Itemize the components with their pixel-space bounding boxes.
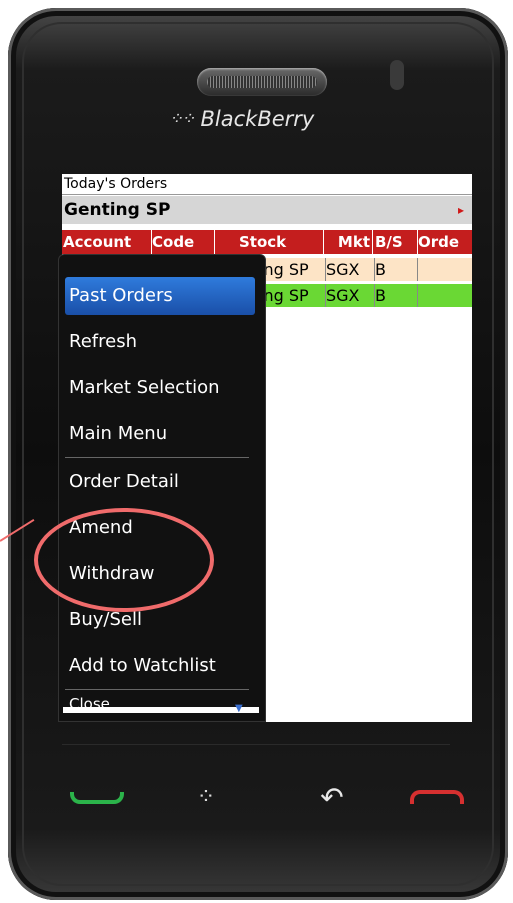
col-bs[interactable]: B/S (374, 230, 418, 254)
menu-bottom-edge (63, 707, 259, 713)
stock-selector[interactable]: Genting SP ▸ (62, 195, 472, 224)
call-icon (70, 792, 124, 804)
blackberry-menu-icon: ⁘ (196, 785, 216, 810)
row-bs: B (374, 258, 418, 281)
menu-separator (65, 457, 249, 458)
menu-key[interactable]: ⁘ (176, 778, 236, 818)
row-bs: B (374, 284, 418, 307)
row-stock: ing SP (258, 258, 326, 281)
menu-item-market-selection[interactable]: Market Selection (65, 369, 255, 407)
menu-item-refresh[interactable]: Refresh (65, 323, 255, 361)
menu-item-main-menu[interactable]: Main Menu (65, 415, 255, 453)
end-call-key[interactable] (404, 778, 464, 818)
row-mkt: SGX (325, 258, 375, 281)
col-stock[interactable]: Stock (214, 230, 324, 254)
expand-arrow-icon: ▸ (457, 203, 464, 217)
light-sensor (390, 60, 404, 90)
device-brand: ⁘⁘ BlackBerry (170, 104, 370, 134)
col-code[interactable]: Code (151, 230, 215, 254)
context-menu: Past Orders Refresh Market Selection Mai… (58, 254, 266, 722)
end-call-icon (410, 790, 464, 804)
screen-bottom-edge (62, 744, 450, 745)
scroll-down-icon[interactable]: ▼ (235, 703, 243, 714)
screen-title: Today's Orders (62, 174, 472, 195)
row-stock: ing SP (258, 284, 326, 307)
highlight-callout (34, 508, 214, 612)
row-mkt: SGX (325, 284, 375, 307)
stock-name: Genting SP (64, 200, 171, 220)
menu-item-add-to-watchlist[interactable]: Add to Watchlist (65, 647, 255, 685)
call-key[interactable] (64, 778, 124, 818)
row-order (417, 258, 472, 281)
menu-item-past-orders[interactable]: Past Orders (65, 277, 255, 315)
blackberry-logo-icon: ⁘⁘ (170, 109, 196, 129)
earpiece-speaker (197, 68, 327, 96)
menu-item-order-detail[interactable]: Order Detail (65, 463, 255, 501)
col-mkt[interactable]: Mkt (325, 230, 373, 254)
back-arrow-icon: ↶ (320, 781, 344, 814)
orders-table-header: Account Code Stock Mkt B/S Orde (62, 230, 472, 254)
col-account[interactable]: Account (62, 230, 152, 254)
col-order[interactable]: Orde (417, 230, 472, 254)
brand-name: BlackBerry (200, 107, 315, 131)
row-order (417, 284, 472, 307)
back-key[interactable]: ↶ (302, 778, 362, 818)
menu-separator (65, 689, 249, 690)
